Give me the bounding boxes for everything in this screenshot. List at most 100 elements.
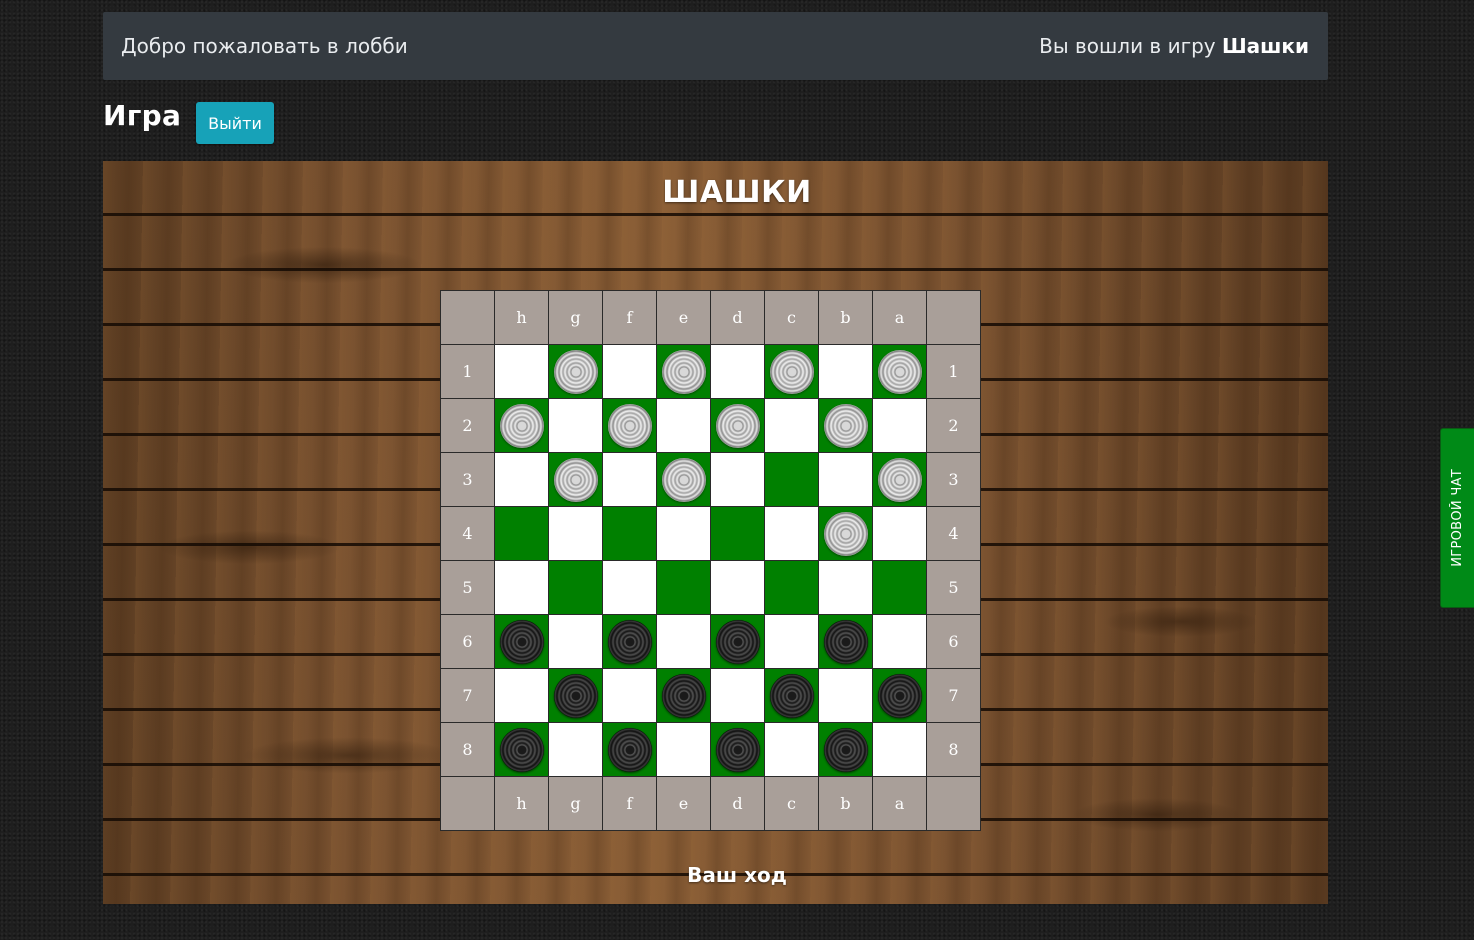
board-square-b8[interactable] xyxy=(818,722,873,777)
black-checker-piece[interactable] xyxy=(607,619,652,664)
board-square-a5[interactable] xyxy=(872,560,927,615)
board-square-d8[interactable] xyxy=(710,722,765,777)
white-checker-piece[interactable] xyxy=(877,349,922,394)
board-square-h3[interactable] xyxy=(494,452,549,507)
board-square-g6[interactable] xyxy=(548,614,603,669)
board-square-d3[interactable] xyxy=(710,452,765,507)
board-square-c3[interactable] xyxy=(764,452,819,507)
column-label-a: a xyxy=(872,290,927,345)
board-square-h2[interactable] xyxy=(494,398,549,453)
board-square-f2[interactable] xyxy=(602,398,657,453)
board-square-c7[interactable] xyxy=(764,668,819,723)
board-square-d7[interactable] xyxy=(710,668,765,723)
board-square-c2[interactable] xyxy=(764,398,819,453)
board-square-e4[interactable] xyxy=(656,506,711,561)
board-square-f7[interactable] xyxy=(602,668,657,723)
board-square-d5[interactable] xyxy=(710,560,765,615)
black-checker-piece[interactable] xyxy=(661,673,706,718)
board-square-c8[interactable] xyxy=(764,722,819,777)
board-square-h8[interactable] xyxy=(494,722,549,777)
board-square-b4[interactable] xyxy=(818,506,873,561)
black-checker-piece[interactable] xyxy=(877,673,922,718)
white-checker-piece[interactable] xyxy=(499,403,544,448)
board-square-g5[interactable] xyxy=(548,560,603,615)
board-square-b2[interactable] xyxy=(818,398,873,453)
board-square-e6[interactable] xyxy=(656,614,711,669)
board-square-a8[interactable] xyxy=(872,722,927,777)
black-checker-piece[interactable] xyxy=(499,727,544,772)
board-row-3: 33 xyxy=(440,452,981,507)
black-checker-piece[interactable] xyxy=(499,619,544,664)
board-square-g7[interactable] xyxy=(548,668,603,723)
black-checker-piece[interactable] xyxy=(823,619,868,664)
board-square-a1[interactable] xyxy=(872,344,927,399)
black-checker-piece[interactable] xyxy=(715,619,760,664)
board-square-e2[interactable] xyxy=(656,398,711,453)
board-square-g4[interactable] xyxy=(548,506,603,561)
white-checker-piece[interactable] xyxy=(823,403,868,448)
game-chat-tab[interactable]: ИГРОВОЙ ЧАТ xyxy=(1440,428,1474,608)
board-square-e1[interactable] xyxy=(656,344,711,399)
board-square-f1[interactable] xyxy=(602,344,657,399)
board-square-f6[interactable] xyxy=(602,614,657,669)
black-checker-piece[interactable] xyxy=(607,727,652,772)
board-square-d6[interactable] xyxy=(710,614,765,669)
white-checker-piece[interactable] xyxy=(715,403,760,448)
board-square-c5[interactable] xyxy=(764,560,819,615)
column-label-d: d xyxy=(710,776,765,831)
board-square-f8[interactable] xyxy=(602,722,657,777)
board-square-b1[interactable] xyxy=(818,344,873,399)
board-square-f5[interactable] xyxy=(602,560,657,615)
board-square-d1[interactable] xyxy=(710,344,765,399)
board-square-g3[interactable] xyxy=(548,452,603,507)
board-square-b6[interactable] xyxy=(818,614,873,669)
white-checker-piece[interactable] xyxy=(769,349,814,394)
board-square-a2[interactable] xyxy=(872,398,927,453)
board-square-a7[interactable] xyxy=(872,668,927,723)
board-square-b7[interactable] xyxy=(818,668,873,723)
row-label-1: 1 xyxy=(440,344,495,399)
white-checker-piece[interactable] xyxy=(877,457,922,502)
board-square-c4[interactable] xyxy=(764,506,819,561)
board-square-f3[interactable] xyxy=(602,452,657,507)
board-corner xyxy=(440,776,495,831)
board-square-g2[interactable] xyxy=(548,398,603,453)
board-row-7: 77 xyxy=(440,668,981,723)
white-checker-piece[interactable] xyxy=(553,457,598,502)
board-square-d2[interactable] xyxy=(710,398,765,453)
black-checker-piece[interactable] xyxy=(769,673,814,718)
board-square-c6[interactable] xyxy=(764,614,819,669)
board-square-a6[interactable] xyxy=(872,614,927,669)
white-checker-piece[interactable] xyxy=(661,457,706,502)
board-square-h7[interactable] xyxy=(494,668,549,723)
exit-button[interactable]: Выйти xyxy=(196,102,274,144)
row-label-5: 5 xyxy=(926,560,981,615)
column-label-e: e xyxy=(656,776,711,831)
white-checker-piece[interactable] xyxy=(823,511,868,556)
board-square-a4[interactable] xyxy=(872,506,927,561)
board-square-e5[interactable] xyxy=(656,560,711,615)
black-checker-piece[interactable] xyxy=(823,727,868,772)
board-square-e7[interactable] xyxy=(656,668,711,723)
black-checker-piece[interactable] xyxy=(715,727,760,772)
row-label-3: 3 xyxy=(440,452,495,507)
board-square-e3[interactable] xyxy=(656,452,711,507)
board-square-g8[interactable] xyxy=(548,722,603,777)
board-square-h5[interactable] xyxy=(494,560,549,615)
column-label-f: f xyxy=(602,290,657,345)
board-square-a3[interactable] xyxy=(872,452,927,507)
white-checker-piece[interactable] xyxy=(661,349,706,394)
board-square-g1[interactable] xyxy=(548,344,603,399)
board-square-h4[interactable] xyxy=(494,506,549,561)
white-checker-piece[interactable] xyxy=(607,403,652,448)
board-square-h6[interactable] xyxy=(494,614,549,669)
white-checker-piece[interactable] xyxy=(553,349,598,394)
board-square-d4[interactable] xyxy=(710,506,765,561)
board-square-b5[interactable] xyxy=(818,560,873,615)
black-checker-piece[interactable] xyxy=(553,673,598,718)
board-square-b3[interactable] xyxy=(818,452,873,507)
board-square-e8[interactable] xyxy=(656,722,711,777)
board-square-h1[interactable] xyxy=(494,344,549,399)
board-square-c1[interactable] xyxy=(764,344,819,399)
board-square-f4[interactable] xyxy=(602,506,657,561)
